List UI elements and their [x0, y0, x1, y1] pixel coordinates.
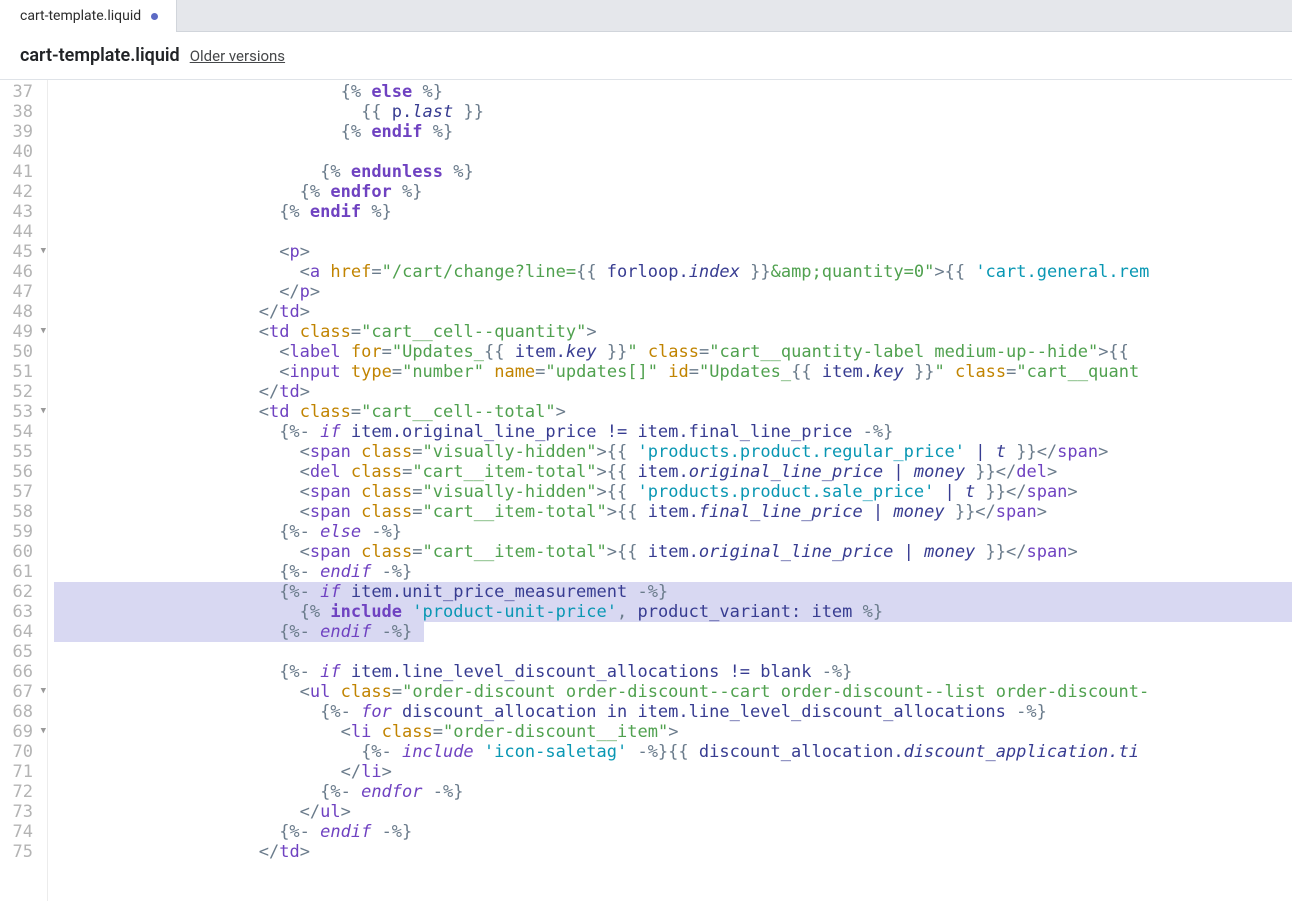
line-number: 43	[0, 202, 47, 222]
code-line[interactable]: {%- else -%}	[54, 522, 1292, 542]
line-number: 73	[0, 802, 47, 822]
code-line[interactable]: </td>	[54, 302, 1292, 322]
line-number: 39	[0, 122, 47, 142]
code-line[interactable]: <span class="cart__item-total">{{ item.o…	[54, 542, 1292, 562]
line-number: 38	[0, 102, 47, 122]
code-line[interactable]: <label for="Updates_{{ item.key }}" clas…	[54, 342, 1292, 362]
line-number: 40	[0, 142, 47, 162]
line-number: 59	[0, 522, 47, 542]
line-number: 42	[0, 182, 47, 202]
code-area[interactable]: {% else %} {{ p.last }} {% endif %} {% e…	[48, 80, 1292, 901]
title-bar: cart-template.liquid Older versions	[0, 32, 1292, 80]
code-line[interactable]: {%- endif -%}	[54, 822, 1292, 842]
line-number: 72	[0, 782, 47, 802]
code-line[interactable]	[54, 142, 1292, 162]
code-line[interactable]: {% endif %}	[54, 202, 1292, 222]
fold-icon[interactable]: ▼	[41, 246, 46, 256]
line-number: 58	[0, 502, 47, 522]
fold-icon[interactable]: ▼	[41, 326, 46, 336]
line-number: 62	[0, 582, 47, 602]
code-line[interactable]: <ul class="order-discount order-discount…	[54, 682, 1292, 702]
fold-icon[interactable]: ▼	[41, 726, 46, 736]
code-line[interactable]: <p>	[54, 242, 1292, 262]
line-number: 64	[0, 622, 47, 642]
code-line[interactable]: {%- if item.line_level_discount_allocati…	[54, 662, 1292, 682]
code-line[interactable]: <a href="/cart/change?line={{ forloop.in…	[54, 262, 1292, 282]
code-line[interactable]: {%- include 'icon-saletag' -%}{{ discoun…	[54, 742, 1292, 762]
line-number: 74	[0, 822, 47, 842]
older-versions-link[interactable]: Older versions	[190, 47, 285, 65]
line-number: 41	[0, 162, 47, 182]
code-line[interactable]: <span class="visually-hidden">{{ 'produc…	[54, 482, 1292, 502]
line-number: 46	[0, 262, 47, 282]
line-number: 51	[0, 362, 47, 382]
code-line[interactable]: <td class="cart__cell--total">	[54, 402, 1292, 422]
line-number: 50	[0, 342, 47, 362]
line-number: 65	[0, 642, 47, 662]
code-line[interactable]: </ul>	[54, 802, 1292, 822]
code-line[interactable]: </td>	[54, 842, 1292, 862]
line-number: 68	[0, 702, 47, 722]
code-line[interactable]: {%- endfor -%}	[54, 782, 1292, 802]
code-line[interactable]: <li class="order-discount__item">	[54, 722, 1292, 742]
page-title: cart-template.liquid	[20, 45, 180, 66]
line-number: 69▼	[0, 722, 47, 742]
line-number: 53▼	[0, 402, 47, 422]
tab-label: cart-template.liquid	[20, 8, 141, 24]
file-tab[interactable]: cart-template.liquid	[0, 0, 177, 32]
line-number: 55	[0, 442, 47, 462]
code-line[interactable]: {{ p.last }}	[54, 102, 1292, 122]
code-line[interactable]: <input type="number" name="updates[]" id…	[54, 362, 1292, 382]
gutter: 373839404142434445▼46474849▼50515253▼545…	[0, 80, 48, 901]
code-line[interactable]: {% endunless %}	[54, 162, 1292, 182]
line-number: 45▼	[0, 242, 47, 262]
code-line[interactable]: {% include 'product-unit-price', product…	[54, 602, 1292, 622]
line-number: 63	[0, 602, 47, 622]
code-line[interactable]: <span class="cart__item-total">{{ item.f…	[54, 502, 1292, 522]
line-number: 75	[0, 842, 47, 862]
line-number: 57	[0, 482, 47, 502]
line-number: 49▼	[0, 322, 47, 342]
code-line[interactable]: </p>	[54, 282, 1292, 302]
tab-bar: cart-template.liquid	[0, 0, 1292, 32]
line-number: 60	[0, 542, 47, 562]
line-number: 44	[0, 222, 47, 242]
code-line[interactable]	[54, 642, 1292, 662]
line-number: 66	[0, 662, 47, 682]
code-line[interactable]: <span class="visually-hidden">{{ 'produc…	[54, 442, 1292, 462]
code-line[interactable]: {%- if item.original_line_price != item.…	[54, 422, 1292, 442]
code-line[interactable]: {%- for discount_allocation in item.line…	[54, 702, 1292, 722]
code-line[interactable]: {%- if item.unit_price_measurement -%}	[54, 582, 1292, 602]
code-line[interactable]: <del class="cart__item-total">{{ item.or…	[54, 462, 1292, 482]
line-number: 47	[0, 282, 47, 302]
code-line[interactable]: <td class="cart__cell--quantity">	[54, 322, 1292, 342]
line-number: 48	[0, 302, 47, 322]
modified-dot-icon	[151, 13, 158, 20]
code-line[interactable]: </td>	[54, 382, 1292, 402]
code-line[interactable]	[54, 222, 1292, 242]
code-line[interactable]: {% endfor %}	[54, 182, 1292, 202]
code-line[interactable]: {%- endif -%}	[54, 622, 1292, 642]
line-number: 67▼	[0, 682, 47, 702]
fold-icon[interactable]: ▼	[41, 686, 46, 696]
line-number: 71	[0, 762, 47, 782]
line-number: 61	[0, 562, 47, 582]
code-line[interactable]: {%- endif -%}	[54, 562, 1292, 582]
code-line[interactable]: {% else %}	[54, 82, 1292, 102]
code-line[interactable]: {% endif %}	[54, 122, 1292, 142]
code-line[interactable]: </li>	[54, 762, 1292, 782]
line-number: 37	[0, 82, 47, 102]
line-number: 70	[0, 742, 47, 762]
line-number: 52	[0, 382, 47, 402]
fold-icon[interactable]: ▼	[41, 406, 46, 416]
line-number: 56	[0, 462, 47, 482]
code-editor[interactable]: 373839404142434445▼46474849▼50515253▼545…	[0, 80, 1292, 901]
line-number: 54	[0, 422, 47, 442]
